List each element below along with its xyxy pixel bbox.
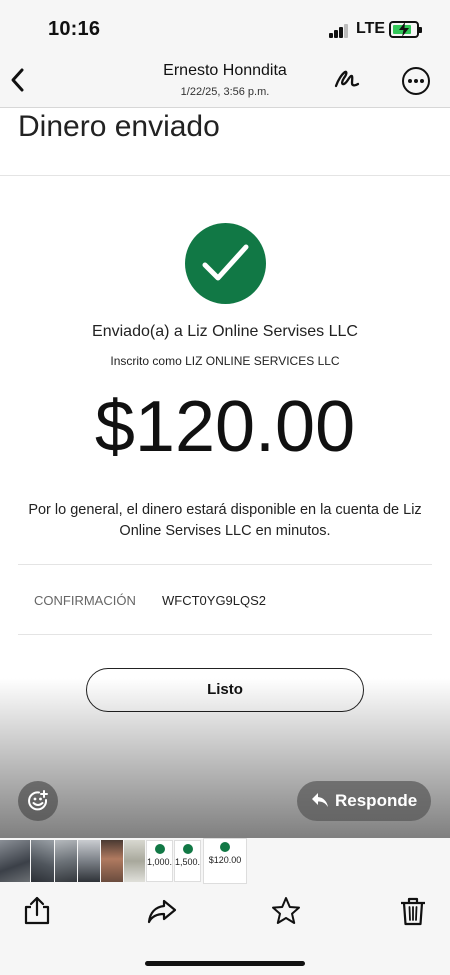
sticker-icon[interactable]: [18, 781, 58, 821]
home-indicator: [145, 961, 305, 966]
reply-button[interactable]: Responde: [297, 781, 431, 821]
network-type: LTE: [356, 20, 386, 37]
sent-timestamp: 1/22/25, 3:56 p.m.: [180, 86, 270, 98]
status-time: 10:16: [48, 18, 101, 40]
thumbnail-photo[interactable]: [55, 840, 77, 882]
thumbnail-receipt[interactable]: 1,000.0: [146, 840, 173, 882]
divider: [18, 564, 432, 565]
signal-icon: [329, 24, 349, 38]
success-check-icon: [185, 223, 266, 304]
share-icon[interactable]: [22, 896, 52, 926]
battery-charging-icon: [389, 21, 422, 38]
thumbnail-strip: 1,000.0 1,500.0 $120.00: [0, 838, 450, 884]
message-header: Ernesto Honndita 1/22/25, 3:56 p.m.: [0, 58, 450, 108]
trash-icon[interactable]: [398, 896, 428, 926]
recipient-line: Enviado(a) a Liz Online Servises LLC: [92, 323, 358, 340]
amount-sent: $120.00: [94, 387, 356, 467]
forward-icon[interactable]: [147, 896, 177, 926]
reply-arrow-icon: [312, 793, 328, 807]
registered-name: Inscrito como LIZ ONLINE SERVICES LLC: [110, 354, 340, 368]
page-title: Dinero enviado: [18, 110, 220, 143]
thumbnail-photo[interactable]: [101, 840, 123, 882]
reply-label: Responde: [335, 791, 418, 810]
thumbnail-photo[interactable]: [78, 840, 100, 882]
divider: [0, 175, 450, 176]
thumbnail-text: 1,500.0: [175, 857, 200, 867]
more-options-icon[interactable]: [402, 67, 430, 95]
receipt-screenshot: Dinero enviado Enviado(a) a Liz Online S…: [0, 108, 450, 838]
confirmation-label: CONFIRMACIÓN: [34, 593, 136, 608]
availability-note: Por lo general, el dinero estará disponi…: [28, 502, 422, 539]
divider: [18, 634, 432, 635]
thumbnail-receipt[interactable]: 1,500.0: [174, 840, 201, 882]
thumbnail-photo[interactable]: [0, 840, 30, 882]
thumbnail-photo[interactable]: [124, 840, 145, 882]
done-button[interactable]: Listo: [86, 668, 364, 712]
confirmation-number: WFCT0YG9LQS2: [162, 593, 267, 608]
thumbnail-photo[interactable]: [31, 840, 54, 882]
markup-pen-icon[interactable]: [332, 64, 362, 94]
favorite-star-icon[interactable]: [271, 896, 301, 926]
thumbnail-receipt-selected[interactable]: $120.00: [203, 838, 247, 884]
sender-name[interactable]: Ernesto Honndita: [0, 62, 450, 80]
thumbnail-text: 1,000.0: [147, 857, 172, 867]
thumbnail-text: $120.00: [208, 855, 242, 865]
status-bar: 10:16 LTE: [0, 0, 450, 58]
